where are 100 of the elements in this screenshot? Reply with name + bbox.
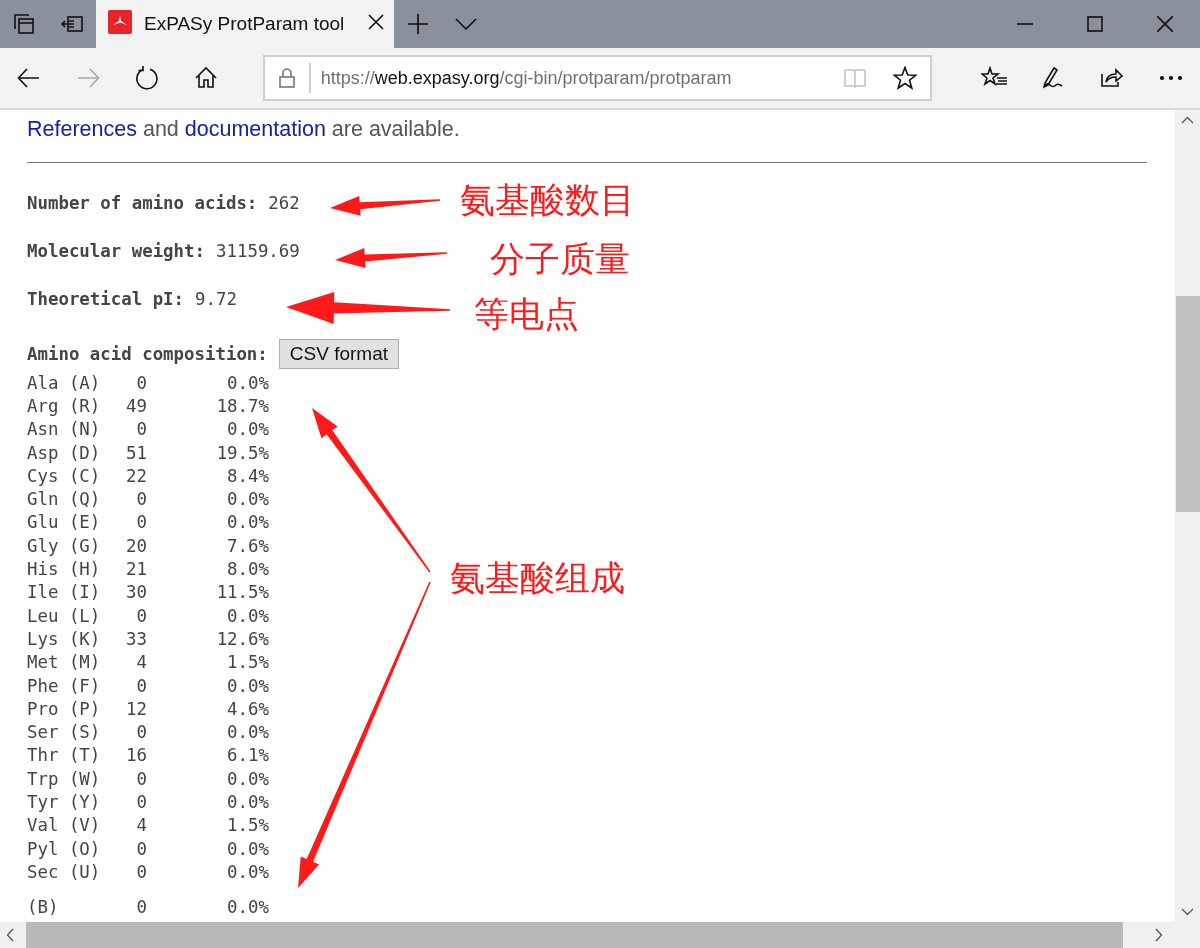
- browser-tab[interactable]: ExPASy ProtParam tool: [96, 0, 394, 48]
- set-aside-tabs-icon[interactable]: [60, 14, 84, 34]
- amino-acid-name: Asn (N): [27, 419, 102, 440]
- residue-percent: 0.0%: [226, 489, 269, 510]
- amino-acid-name: Sec (U): [27, 861, 102, 882]
- residue-count: 33: [125, 628, 147, 649]
- stat-label: Molecular weight:: [27, 241, 205, 261]
- section-label: Amino acid composition:: [27, 344, 268, 364]
- annotation-label: 氨基酸组成: [450, 558, 625, 598]
- residue-percent: 6.1%: [226, 745, 269, 766]
- residue-percent: 0.0%: [226, 861, 269, 882]
- close-tab-icon[interactable]: [368, 14, 384, 30]
- amino-acid-name: Lys (K): [27, 628, 102, 649]
- residue-percent: 0.0%: [226, 675, 269, 696]
- annotation-label: 分子质量: [490, 239, 630, 279]
- maximize-icon[interactable]: [1087, 16, 1103, 32]
- residue-count: 4: [135, 815, 147, 836]
- doc-link[interactable]: References: [27, 117, 137, 141]
- amino-acid-name: Phe (F): [27, 675, 102, 696]
- amino-acid-name: Asp (D): [27, 442, 102, 463]
- lock-icon: [278, 68, 295, 88]
- residue-count: 0: [135, 605, 147, 626]
- residue-percent: 12.6%: [215, 628, 269, 649]
- residue-count: 0: [135, 792, 147, 812]
- residue-count: 0: [135, 722, 147, 743]
- amino-acid-name: Ser (S): [27, 722, 102, 743]
- residue-count: 0: [135, 838, 147, 859]
- residue-percent: 8.4%: [226, 465, 269, 486]
- residue-percent: 0.0%: [226, 897, 269, 918]
- scroll-thumb[interactable]: [1176, 296, 1200, 512]
- amino-acid-name: Val (V): [27, 815, 102, 836]
- residue-percent: 8.0%: [226, 559, 269, 579]
- amino-acid-name: Gln (Q): [27, 489, 102, 510]
- amino-acid-name: Glu (E): [27, 512, 102, 533]
- residue-count: 20: [125, 535, 147, 556]
- residue-percent: 11.5%: [215, 582, 269, 603]
- amino-acid-name: Ala (A): [27, 372, 102, 393]
- residue-percent: 0.0%: [226, 419, 269, 440]
- residue-percent: 1.5%: [226, 652, 269, 673]
- scroll-up-icon[interactable]: [1181, 116, 1194, 124]
- residue-count: 0: [135, 897, 147, 918]
- residue-count: 49: [125, 395, 147, 416]
- residue-count: 0: [135, 675, 147, 696]
- tab-list-icon[interactable]: [13, 13, 35, 35]
- residue-count: 0: [135, 768, 147, 789]
- share-icon[interactable]: [1098, 66, 1125, 90]
- residue-count: 0: [135, 372, 147, 393]
- residue-percent: 19.5%: [215, 442, 269, 463]
- amino-acid-name: Tyr (Y): [27, 792, 102, 812]
- annotation-label: 等电点: [474, 294, 579, 334]
- residue-percent: 0.0%: [226, 722, 269, 743]
- residue-count: 0: [135, 512, 147, 533]
- availability-note: References and documentation are available.: [27, 117, 461, 142]
- new-tab-icon[interactable]: [407, 13, 429, 35]
- residue-count: 0: [135, 419, 147, 440]
- residue-count: 4: [135, 652, 147, 673]
- vertical-scrollbar[interactable]: [1175, 110, 1200, 922]
- amino-acid-name: Gly (G): [27, 535, 102, 556]
- amino-acid-name: Pro (P): [27, 698, 102, 719]
- stat-label: Theoretical pI:: [27, 289, 185, 309]
- amino-acid-name: Arg (R): [27, 395, 102, 416]
- residue-count: 16: [125, 745, 147, 766]
- residue-count: 0: [135, 489, 147, 510]
- star-icon[interactable]: [893, 66, 917, 90]
- stat-label: Number of amino acids:: [27, 193, 258, 213]
- amino-acid-name: Leu (L): [27, 605, 102, 626]
- amino-acid-name: (B): [27, 897, 60, 918]
- residue-count: 12: [125, 698, 147, 719]
- address-bar[interactable]: https://web.expasy.org/cgi-bin/protparam/protparam: [262, 55, 932, 101]
- annotation-label: 氨基酸数目: [460, 180, 635, 220]
- residue-count: 0: [135, 861, 147, 882]
- residue-count: 51: [125, 442, 147, 463]
- amino-acid-name: His (H): [27, 559, 102, 579]
- residue-percent: 1.5%: [226, 815, 269, 836]
- amino-acid-name: Cys (C): [27, 465, 102, 486]
- residue-percent: 0.0%: [226, 512, 269, 533]
- scroll-left-icon[interactable]: [6, 928, 14, 942]
- amino-acid-name: Ile (I): [27, 582, 102, 603]
- doc-link[interactable]: documentation: [184, 117, 326, 141]
- amino-acid-name: Thr (T): [27, 745, 102, 766]
- scroll-right-icon[interactable]: [1155, 928, 1163, 942]
- close-icon[interactable]: [1157, 16, 1173, 32]
- stat-value: 31159.69: [216, 241, 300, 261]
- csv-format-button[interactable]: CSV format: [278, 339, 399, 369]
- residue-count: 22: [125, 465, 147, 486]
- stat-value: 9.72: [195, 289, 237, 309]
- back-icon[interactable]: [17, 66, 42, 90]
- scroll-down-icon[interactable]: [1181, 908, 1194, 916]
- residue-count: 30: [125, 582, 147, 603]
- refresh-icon[interactable]: [135, 66, 160, 90]
- home-icon[interactable]: [194, 66, 219, 90]
- residue-percent: 18.7%: [215, 395, 269, 416]
- residue-percent: 0.0%: [226, 838, 269, 859]
- residue-percent: 0.0%: [226, 372, 269, 393]
- residue-percent: 4.6%: [226, 698, 269, 719]
- tab-preview-chevron-icon[interactable]: [455, 18, 477, 30]
- residue-percent: 0.0%: [226, 768, 269, 789]
- residue-percent: 0.0%: [226, 792, 269, 812]
- site-logo-icon: [108, 10, 132, 34]
- residue-percent: 7.6%: [226, 535, 269, 556]
